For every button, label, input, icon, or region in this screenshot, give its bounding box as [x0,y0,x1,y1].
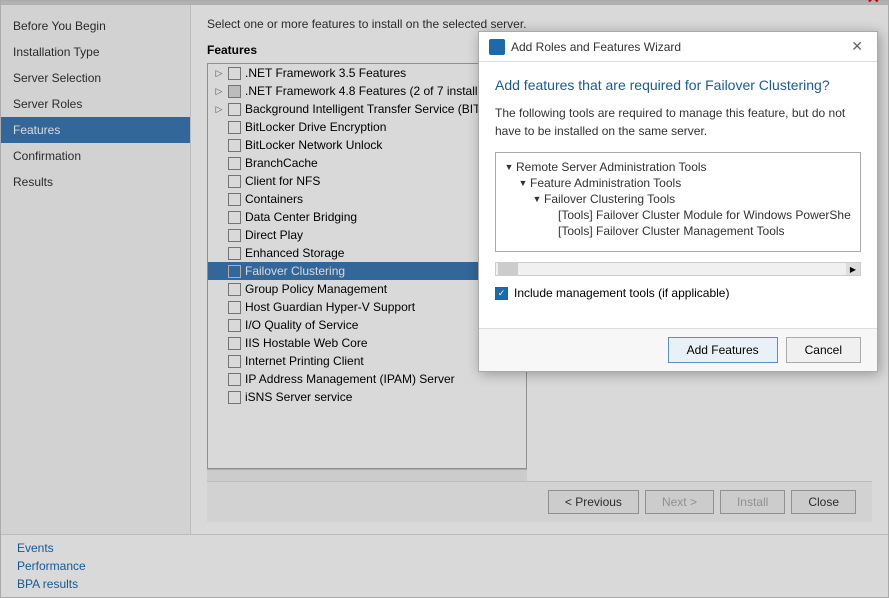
tree-label: [Tools] Failover Cluster Management Tool… [558,224,785,238]
tree-item-fat: ▼ Feature Administration Tools [502,175,854,191]
dialog-feature-tree: ▼ Remote Server Administration Tools ▼ F… [495,152,861,252]
tree-item-fct-mgmt: ▷ [Tools] Failover Cluster Management To… [502,223,854,239]
tree-item-fct-ps: ▷ [Tools] Failover Cluster Module for Wi… [502,207,854,223]
scroll-right-icon[interactable]: ▶ [846,263,860,275]
dialog-title-bar: Add Roles and Features Wizard ✕ [479,32,877,62]
tree-arrow-icon: ▼ [530,194,544,204]
dialog-content: Add features that are required for Failo… [479,62,877,328]
dialog-overlay: Add Roles and Features Wizard ✕ Add feat… [1,1,888,597]
dialog-description: The following tools are required to mana… [495,104,861,140]
tree-arrow-icon: ▼ [502,162,516,172]
add-features-dialog: Add Roles and Features Wizard ✕ Add feat… [478,31,878,372]
tree-item-fct: ▼ Failover Clustering Tools [502,191,854,207]
dialog-tree-scrollbar[interactable]: ▶ [495,262,861,276]
include-management-tools-row: ✓ Include management tools (if applicabl… [495,286,861,300]
main-window: ✕ Before You Begin Installation Type Ser… [0,0,889,598]
add-features-button[interactable]: Add Features [668,337,778,363]
tree-label: Feature Administration Tools [530,176,681,190]
tree-arrow-icon: ▼ [516,178,530,188]
tree-label: [Tools] Failover Cluster Module for Wind… [558,208,851,222]
dialog-close-button[interactable]: ✕ [847,38,867,55]
scrollbar-thumb [498,263,518,275]
include-management-checkbox[interactable]: ✓ [495,287,508,300]
tree-label: Remote Server Administration Tools [516,160,707,174]
tree-item-rsat: ▼ Remote Server Administration Tools [502,159,854,175]
dialog-footer: Add Features Cancel [479,328,877,371]
dialog-title-text: Add Roles and Features Wizard [511,40,847,54]
dialog-cancel-button[interactable]: Cancel [786,337,861,363]
dialog-heading: Add features that are required for Failo… [495,76,861,94]
tree-label: Failover Clustering Tools [544,192,675,206]
dialog-title-icon [489,39,505,55]
include-management-label: Include management tools (if applicable) [514,286,729,300]
